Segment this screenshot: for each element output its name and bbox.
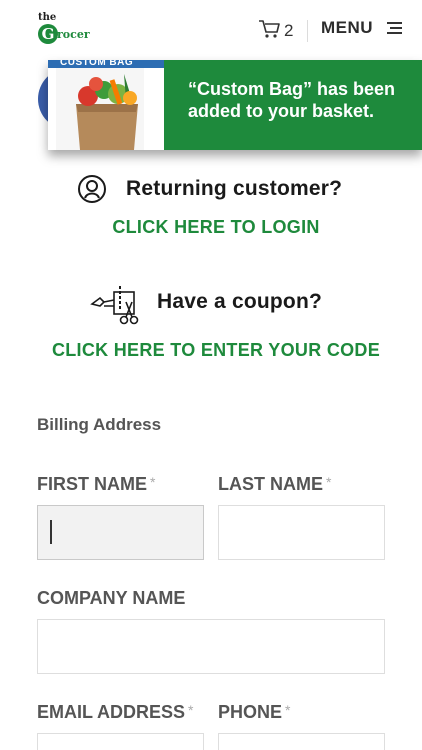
first-name-label-text: FIRST NAME bbox=[37, 474, 147, 494]
text-caret bbox=[50, 520, 52, 544]
company-name-label: COMPANY NAME bbox=[37, 588, 185, 609]
logo-word: rocer bbox=[57, 28, 90, 41]
scissors-coupon-icon bbox=[90, 286, 139, 325]
email-field[interactable] bbox=[37, 733, 204, 750]
company-name-field[interactable] bbox=[37, 619, 385, 674]
phone-label: PHONE * bbox=[218, 702, 290, 723]
company-name-label-text: COMPANY NAME bbox=[37, 588, 186, 608]
cart-count: 2 bbox=[284, 21, 294, 40]
first-name-label: FIRST NAME * bbox=[37, 474, 155, 495]
first-name-field[interactable] bbox=[37, 505, 204, 560]
grocery-bag-image bbox=[48, 68, 164, 150]
user-icon bbox=[78, 175, 106, 203]
login-link[interactable]: CLICK HERE TO LOGIN bbox=[0, 217, 422, 238]
product-thumbnail: CUSTOM BAG bbox=[48, 60, 164, 150]
required-marker: * bbox=[150, 474, 156, 490]
hamburger-menu-icon[interactable] bbox=[387, 22, 402, 35]
returning-customer: Returning customer? bbox=[0, 172, 422, 206]
cart-button[interactable]: 2 bbox=[258, 18, 298, 40]
last-name-label-text: LAST NAME bbox=[218, 474, 323, 494]
added-to-basket-notice: CUSTOM BAG “Custom Bag” has been added t… bbox=[48, 60, 422, 150]
billing-title: Billing Address bbox=[37, 415, 162, 434]
returning-customer-title: Returning customer? bbox=[126, 177, 343, 200]
logo-initial: G bbox=[38, 24, 58, 44]
last-name-label: LAST NAME * bbox=[218, 474, 331, 495]
menu-button[interactable]: MENU bbox=[321, 18, 373, 38]
bag-banner-text: CUSTOM BAG bbox=[60, 60, 134, 68]
email-label-text: EMAIL ADDRESS bbox=[37, 702, 186, 722]
cart-icon bbox=[259, 20, 280, 38]
logo-the: the bbox=[38, 12, 57, 23]
phone-label-text: PHONE bbox=[218, 702, 283, 722]
required-marker: * bbox=[188, 702, 194, 718]
coupon-title: Have a coupon? bbox=[157, 290, 322, 313]
notice-message: “Custom Bag” has been added to your bask… bbox=[164, 60, 422, 150]
last-name-field[interactable] bbox=[218, 505, 385, 560]
enter-coupon-link[interactable]: CLICK HERE TO ENTER YOUR CODE bbox=[0, 340, 422, 361]
phone-field[interactable] bbox=[218, 733, 385, 750]
bag-banner: CUSTOM BAG bbox=[48, 60, 164, 68]
required-marker: * bbox=[326, 474, 332, 490]
site-header: the G rocer 2 MENU bbox=[0, 0, 422, 58]
email-label: EMAIL ADDRESS * bbox=[37, 702, 193, 723]
header-divider bbox=[307, 20, 308, 42]
logo[interactable]: the G rocer bbox=[38, 12, 98, 46]
required-marker: * bbox=[285, 702, 291, 718]
